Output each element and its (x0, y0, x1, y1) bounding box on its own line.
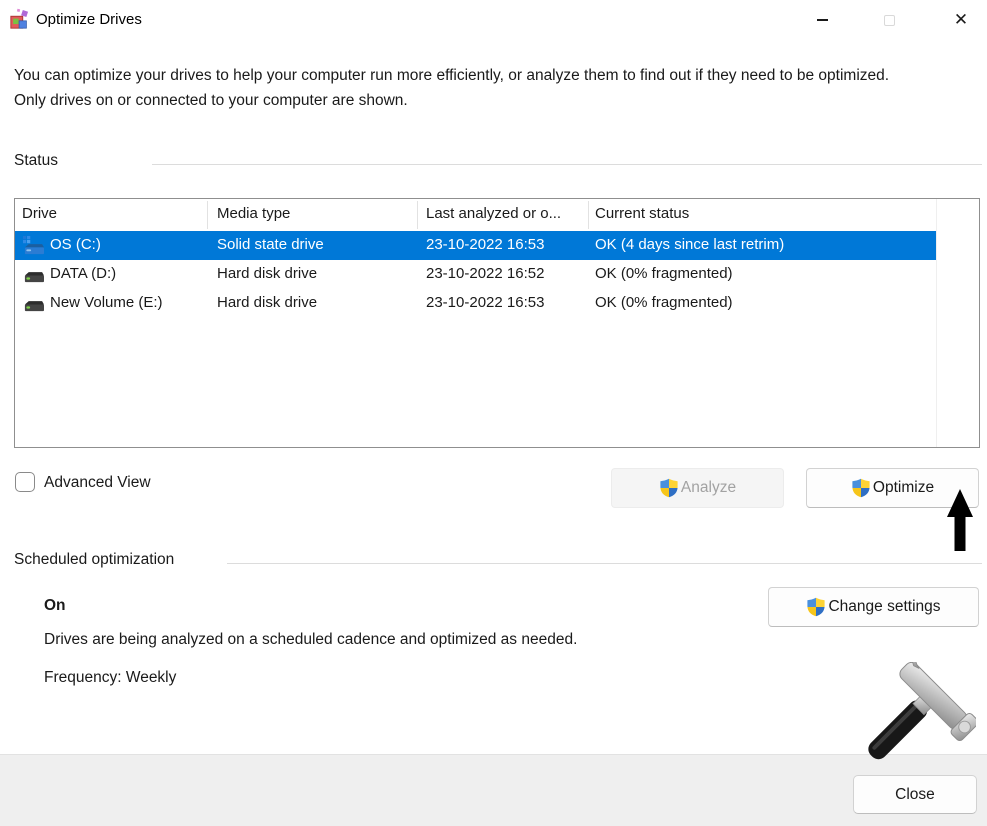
last-analyzed: 23-10-2022 16:52 (426, 265, 544, 282)
status-section-label: Status (14, 152, 58, 170)
up-arrow-cursor (946, 489, 974, 553)
current-status: OK (0% fragmented) (595, 294, 733, 311)
intro-text: You can optimize your drives to help you… (14, 63, 919, 113)
column-header-drive[interactable]: Drive (22, 205, 57, 222)
change-settings-button[interactable]: Change settings (768, 587, 979, 627)
analyze-button: Analyze (611, 468, 784, 508)
column-separator[interactable] (417, 201, 418, 229)
table-row[interactable]: OS (C:) Solid state drive 23-10-2022 16:… (15, 231, 936, 260)
uac-shield-icon (851, 478, 871, 498)
media-type: Solid state drive (217, 236, 324, 253)
uac-shield-icon (659, 478, 679, 498)
hammer-image (848, 662, 976, 774)
close-icon: ✕ (954, 10, 968, 30)
advanced-view-label: Advanced View (44, 474, 151, 492)
media-type: Hard disk drive (217, 265, 317, 282)
drive-name: DATA (D:) (50, 265, 116, 282)
table-row[interactable]: DATA (D:) Hard disk drive 23-10-2022 16:… (15, 260, 936, 289)
column-separator[interactable] (588, 201, 589, 229)
footer-bar (0, 754, 987, 826)
drive-list: Drive Media type Last analyzed or o... C… (14, 198, 980, 448)
column-separator[interactable] (207, 201, 208, 229)
scheduled-optimization-label: Scheduled optimization (14, 551, 174, 569)
maximize-icon (884, 15, 895, 26)
drive-list-header: Drive Media type Last analyzed or o... C… (15, 199, 979, 231)
schedule-description: Drives are being analyzed on a scheduled… (44, 631, 577, 649)
last-analyzed: 23-10-2022 16:53 (426, 294, 544, 311)
close-button[interactable]: Close (853, 775, 977, 814)
schedule-state: On (44, 597, 66, 615)
status-divider (152, 164, 982, 165)
minimize-button[interactable] (799, 0, 845, 40)
table-row[interactable]: New Volume (E:) Hard disk drive 23-10-20… (15, 289, 936, 318)
optimize-button-label: Optimize (873, 479, 934, 497)
current-status: OK (4 days since last retrim) (595, 236, 784, 253)
column-header-current-status[interactable]: Current status (595, 205, 689, 222)
advanced-view-checkbox[interactable] (15, 472, 35, 492)
last-analyzed: 23-10-2022 16:53 (426, 236, 544, 253)
drive-name: New Volume (E:) (50, 294, 163, 311)
window-title: Optimize Drives (36, 11, 142, 28)
os-drive-icon (22, 235, 45, 256)
maximize-button (866, 0, 912, 40)
uac-shield-icon (806, 597, 826, 617)
current-status: OK (0% fragmented) (595, 265, 733, 282)
scheduled-divider (227, 563, 982, 564)
schedule-frequency: Frequency: Weekly (44, 669, 176, 687)
hdd-icon (22, 293, 45, 314)
defrag-app-icon (9, 8, 31, 30)
hdd-icon (22, 264, 45, 285)
drive-name: OS (C:) (50, 236, 101, 253)
analyze-button-label: Analyze (681, 479, 736, 497)
change-settings-button-label: Change settings (828, 598, 940, 616)
minimize-icon (817, 19, 828, 21)
close-button-label: Close (895, 786, 935, 804)
media-type: Hard disk drive (217, 294, 317, 311)
close-window-button[interactable]: ✕ (938, 0, 984, 40)
column-header-last-analyzed[interactable]: Last analyzed or o... (426, 205, 561, 222)
column-header-media-type[interactable]: Media type (217, 205, 290, 222)
title-bar: Optimize Drives ✕ (0, 0, 987, 40)
column-separator (936, 199, 937, 447)
